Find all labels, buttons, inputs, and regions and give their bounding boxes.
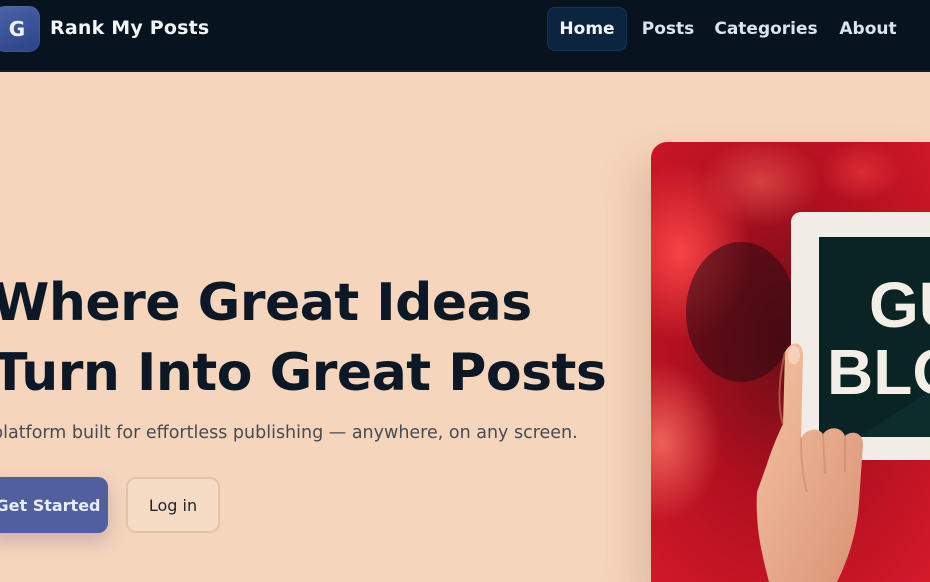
hero-subtitle: platform built for effortless publishing…	[0, 423, 578, 443]
login-button[interactable]: Log in	[126, 477, 220, 533]
brand-name[interactable]: Rank My Posts	[50, 17, 209, 39]
top-navbar: G Rank My Posts Home Posts Categories Ab…	[0, 0, 930, 72]
sign-text-line-2: BLO	[827, 336, 930, 408]
nav-link-categories[interactable]: Categories	[712, 7, 820, 51]
logo-letter: G	[8, 17, 26, 41]
sign-text-line-1: GU	[869, 269, 930, 341]
logo-badge[interactable]: G	[0, 6, 40, 52]
get-started-button[interactable]: Get Started	[0, 477, 108, 533]
hero-title-line-1: Where Great Ideas	[0, 273, 532, 333]
hero-image: GU BLO	[651, 142, 930, 582]
hero-title-line-2: Turn Into Great Posts	[0, 343, 607, 403]
nav-link-posts[interactable]: Posts	[638, 7, 698, 51]
nav-link-about[interactable]: About	[832, 7, 904, 51]
hero-title: Where Great Ideas Turn Into Great Posts	[0, 268, 607, 408]
tablet-sign: GU BLO	[791, 212, 930, 460]
nav-link-home[interactable]: Home	[547, 7, 627, 51]
